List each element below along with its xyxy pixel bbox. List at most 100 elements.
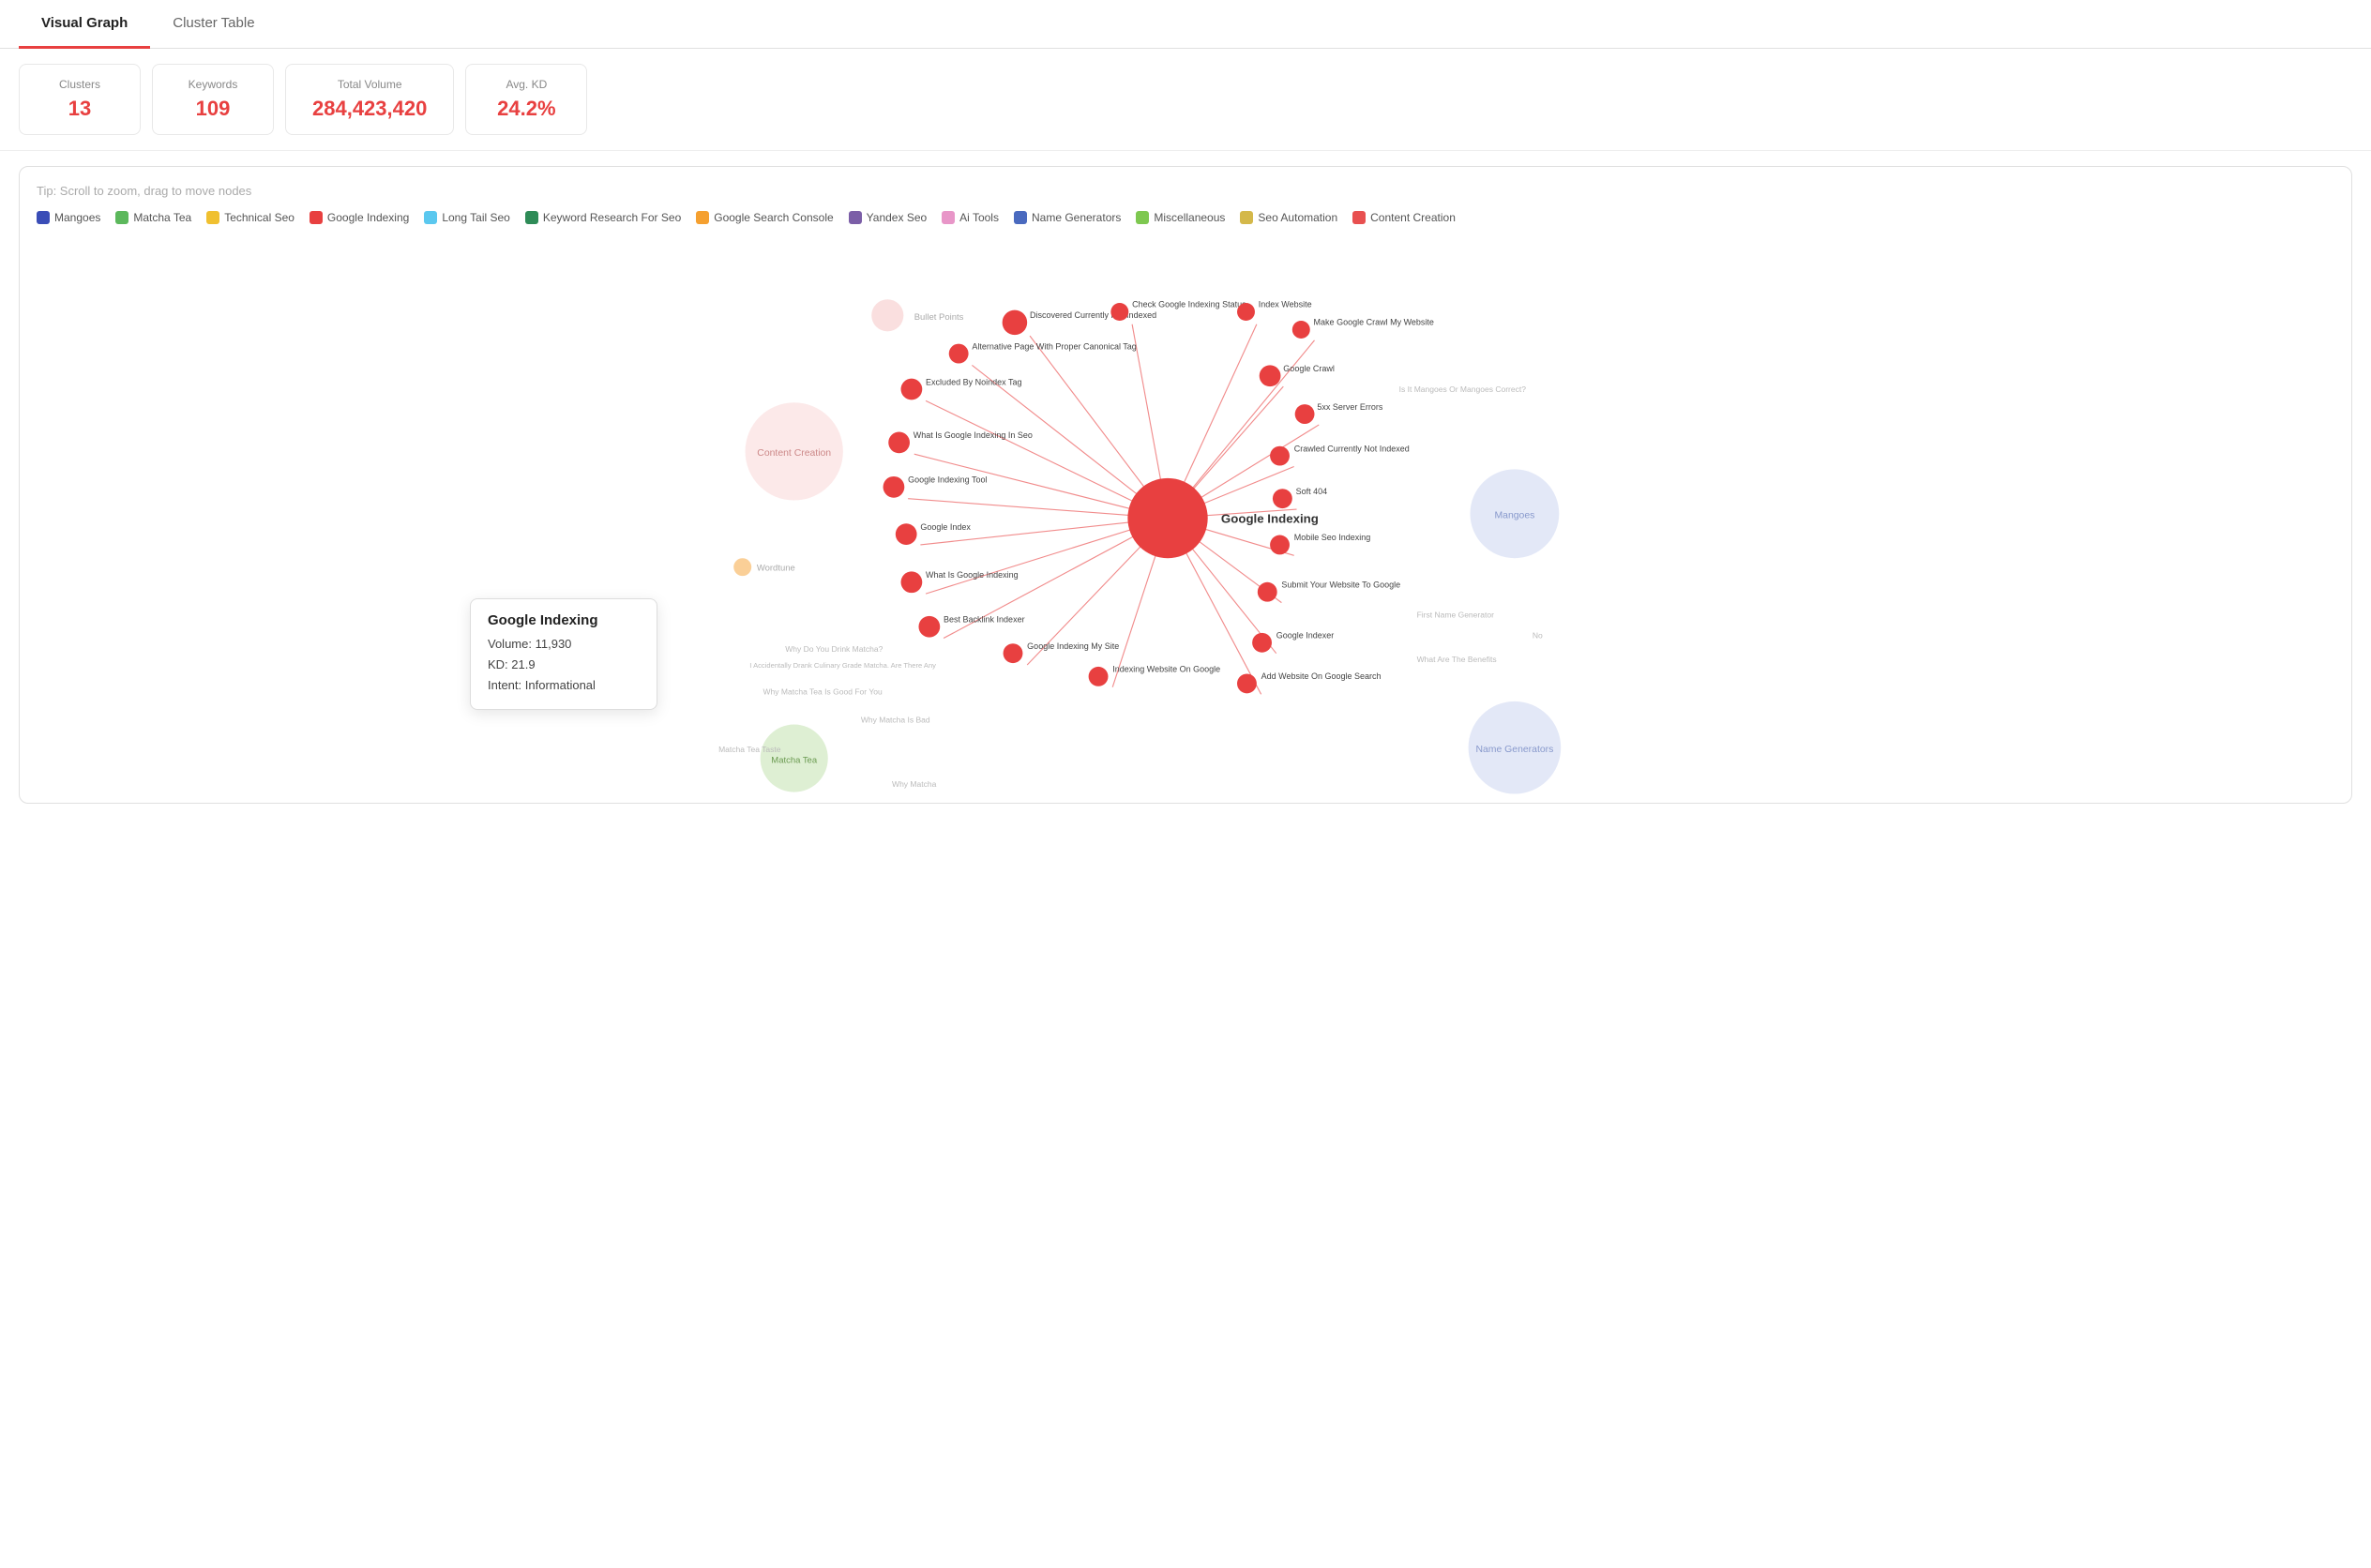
svg-text:Mobile Seo Indexing: Mobile Seo Indexing [1294,533,1371,542]
svg-text:Make Google Crawl My Website: Make Google Crawl My Website [1314,318,1434,327]
legend-color-dot [1014,211,1027,224]
svg-text:Indexing Website On Google: Indexing Website On Google [1112,665,1220,674]
legend-color-dot [115,211,128,224]
legend-label: Name Generators [1032,211,1121,224]
svg-text:Alternative Page With Proper C: Alternative Page With Proper Canonical T… [972,341,1136,351]
tab-visual-graph[interactable]: Visual Graph [19,0,150,49]
svg-text:Name Generators: Name Generators [1475,745,1553,755]
legend-item: Matcha Tea [115,211,191,224]
legend-item: Yandex Seo [849,211,928,224]
svg-text:Why Do You Drink Matcha?: Why Do You Drink Matcha? [785,644,883,654]
svg-text:What Is Google Indexing: What Is Google Indexing [926,570,1019,580]
legend-label: Mangoes [54,211,100,224]
clusters-value: 13 [46,97,113,121]
keywords-value: 109 [179,97,247,121]
clusters-label: Clusters [46,78,113,91]
tooltip-intent-value: Informational [525,678,596,692]
legend-item: Ai Tools [942,211,999,224]
legend-label: Google Search Console [714,211,833,224]
tooltip-volume-label: Volume: [488,637,532,651]
svg-text:Google Indexing: Google Indexing [1221,511,1319,525]
svg-text:Google Indexing My Site: Google Indexing My Site [1027,641,1119,651]
avg-kd-label: Avg. KD [492,78,560,91]
legend-color-dot [696,211,709,224]
total-volume-label: Total Volume [312,78,427,91]
svg-text:Add Website On Google Search: Add Website On Google Search [1261,671,1382,681]
svg-text:Google Indexing Tool: Google Indexing Tool [908,475,987,485]
svg-text:5xx Server Errors: 5xx Server Errors [1317,402,1383,412]
legend-item: Miscellaneous [1136,211,1225,224]
svg-text:Best Backlink Indexer: Best Backlink Indexer [944,614,1025,624]
tooltip-kd: KD: 21.9 [488,655,640,675]
tab-cluster-table[interactable]: Cluster Table [150,0,277,49]
svg-text:Discovered Currently Not Index: Discovered Currently Not Indexed [1030,310,1156,320]
legend-item: Google Search Console [696,211,833,224]
total-volume-value: 284,423,420 [312,97,427,121]
legend-label: Content Creation [1370,211,1456,224]
legend-color-dot [424,211,437,224]
legend-item: Mangoes [37,211,100,224]
legend-item: Keyword Research For Seo [525,211,681,224]
stat-total-volume: Total Volume 284,423,420 [285,64,454,135]
svg-text:Matcha Tea: Matcha Tea [771,755,818,765]
tooltip-volume: Volume: 11,930 [488,634,640,655]
svg-text:Google Crawl: Google Crawl [1283,364,1335,373]
graph-container[interactable]: Tip: Scroll to zoom, drag to move nodes … [19,166,2352,804]
legend-label: Google Indexing [327,211,409,224]
legend-color-dot [1240,211,1253,224]
svg-text:What Is Google Indexing In Seo: What Is Google Indexing In Seo [914,430,1033,440]
legend-color-dot [942,211,955,224]
stat-clusters: Clusters 13 [19,64,141,135]
app-container: Visual Graph Cluster Table Clusters 13 K… [0,0,2371,1568]
svg-text:Why Matcha Tea Is Good For You: Why Matcha Tea Is Good For You [763,686,883,696]
svg-text:Matcha Tea Taste: Matcha Tea Taste [718,745,781,754]
node-tooltip: Google Indexing Volume: 11,930 KD: 21.9 … [470,598,657,710]
svg-text:Crawled Currently Not Indexed: Crawled Currently Not Indexed [1294,444,1410,453]
tip-text: Tip: Scroll to zoom, drag to move nodes [37,184,2334,198]
legend-item: Seo Automation [1240,211,1337,224]
tooltip-kd-label: KD: [488,657,508,671]
legend-item: Name Generators [1014,211,1121,224]
svg-text:Excluded By Noindex Tag: Excluded By Noindex Tag [926,377,1021,386]
legend-label: Keyword Research For Seo [543,211,681,224]
svg-text:Check Google Indexing Status: Check Google Indexing Status [1132,300,1246,309]
svg-text:Submit Your Website To Google: Submit Your Website To Google [1281,580,1400,589]
legend-label: Matcha Tea [133,211,191,224]
svg-text:First Name Generator: First Name Generator [1417,611,1495,620]
tooltip-intent-label: Intent: [488,678,521,692]
legend-label: Long Tail Seo [442,211,510,224]
svg-text:Mangoes: Mangoes [1494,511,1534,521]
svg-text:Index Website: Index Website [1259,300,1312,309]
svg-text:Wordtune: Wordtune [757,563,795,573]
tooltip-kd-value: 21.9 [511,657,535,671]
legend-color-dot [37,211,50,224]
svg-text:Bullet Points: Bullet Points [914,312,964,323]
svg-text:Google Index: Google Index [920,522,971,532]
legend-color-dot [1136,211,1149,224]
svg-text:I Accidentally Drank Culinary: I Accidentally Drank Culinary Grade Matc… [749,661,936,670]
keywords-label: Keywords [179,78,247,91]
legend-label: Seo Automation [1258,211,1337,224]
svg-text:Why Matcha Is Bad: Why Matcha Is Bad [861,716,930,725]
legend-item: Technical Seo [206,211,294,224]
legend-item: Google Indexing [310,211,409,224]
legend-color-dot [525,211,538,224]
graph-svg[interactable]: Content Creation Bullet Points Wordtune … [20,251,2351,803]
legend-color-dot [849,211,862,224]
stat-avg-kd: Avg. KD 24.2% [465,64,587,135]
tooltip-title: Google Indexing [488,612,640,628]
legend-label: Miscellaneous [1154,211,1225,224]
tooltip-intent: Intent: Informational [488,675,640,696]
legend-color-dot [310,211,323,224]
svg-text:Soft 404: Soft 404 [1296,487,1328,496]
svg-text:What Are The Benefits: What Are The Benefits [1417,655,1497,664]
network-graph: Content Creation Bullet Points Wordtune … [20,251,2351,803]
svg-text:Content Creation: Content Creation [757,448,831,459]
legend-item: Content Creation [1352,211,1456,224]
legend-color-dot [1352,211,1366,224]
legend: Mangoes Matcha Tea Technical Seo Google Ind… [37,211,2334,224]
tabs: Visual Graph Cluster Table [0,0,2371,49]
svg-text:Why Matcha: Why Matcha [892,779,937,789]
stats-bar: Clusters 13 Keywords 109 Total Volume 28… [0,49,2371,151]
svg-text:No: No [1533,631,1543,641]
